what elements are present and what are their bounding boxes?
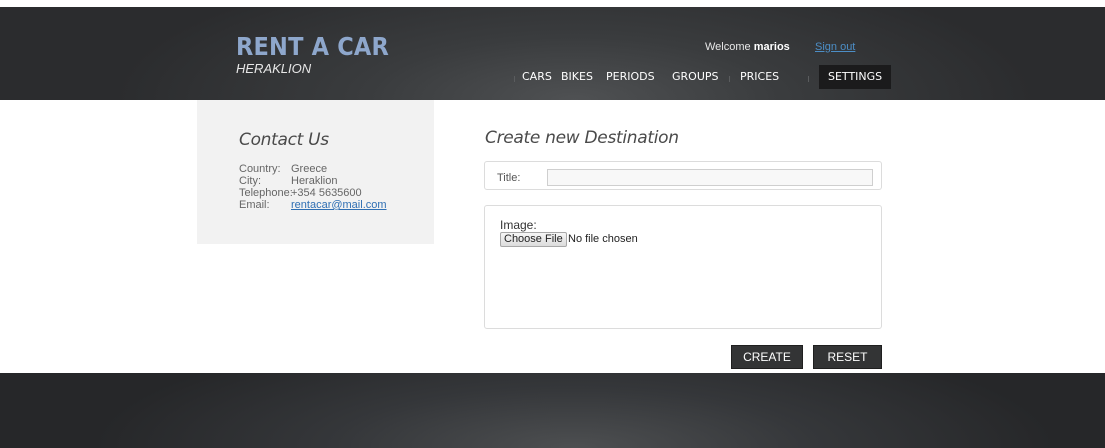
- nav-divider: [729, 76, 730, 82]
- email-link[interactable]: rentacar@mail.com: [291, 199, 387, 211]
- title-input[interactable]: [547, 169, 873, 186]
- nav-bikes[interactable]: BIKES: [561, 65, 593, 89]
- title-field-box: Title:: [484, 161, 882, 190]
- image-field-box: Image: Choose File No file chosen: [484, 205, 882, 329]
- nav-settings[interactable]: SETTINGS: [819, 65, 892, 89]
- contact-key: Country:: [239, 163, 281, 175]
- site-footer: [0, 373, 1105, 448]
- nav-divider: [514, 76, 515, 82]
- contact-sidebar: Contact Us Country: Greece City: Heraklion…: [197, 100, 434, 244]
- contact-key: Telephone:: [239, 187, 293, 199]
- contact-key: City:: [239, 175, 261, 187]
- choose-file-button[interactable]: Choose File: [500, 232, 567, 247]
- image-label: Image:: [500, 218, 537, 232]
- contact-value: Heraklion: [291, 175, 338, 187]
- contact-key: Email:: [239, 199, 270, 211]
- brand-title: RENT A CAR: [236, 32, 390, 61]
- reset-button[interactable]: RESET: [813, 345, 882, 369]
- welcome-prefix: Welcome: [705, 41, 751, 53]
- welcome-message: Welcome marios: [705, 41, 790, 53]
- page-title: Create new Destination: [485, 128, 679, 148]
- sign-out-link[interactable]: Sign out: [815, 41, 855, 53]
- nav-cars[interactable]: CARS: [522, 65, 552, 89]
- contact-country: Country: Greece: [239, 163, 327, 175]
- contact-title: Contact Us: [239, 130, 329, 150]
- title-label: Title:: [497, 172, 521, 184]
- nav-groups[interactable]: GROUPS: [672, 65, 719, 89]
- nav-prices[interactable]: PRICES: [740, 65, 779, 89]
- contact-telephone: Telephone:+354 5635600: [239, 187, 362, 199]
- contact-city: City: Heraklion: [239, 175, 337, 187]
- brand-subtitle: HERAKLION: [236, 61, 312, 76]
- contact-value: +354 5635600: [291, 187, 362, 199]
- contact-value: Greece: [291, 163, 328, 175]
- file-status: No file chosen: [568, 233, 638, 245]
- brand-logo[interactable]: RENT A CAR HERAKLION: [236, 33, 406, 76]
- nav-divider: [808, 76, 809, 82]
- contact-email: Email: rentacar@mail.com: [239, 199, 387, 211]
- create-button[interactable]: CREATE: [731, 345, 803, 369]
- username: marios: [753, 41, 790, 53]
- nav-periods[interactable]: PERIODS: [606, 65, 655, 89]
- site-header: RENT A CAR HERAKLION Welcome marios Sign…: [0, 7, 1105, 100]
